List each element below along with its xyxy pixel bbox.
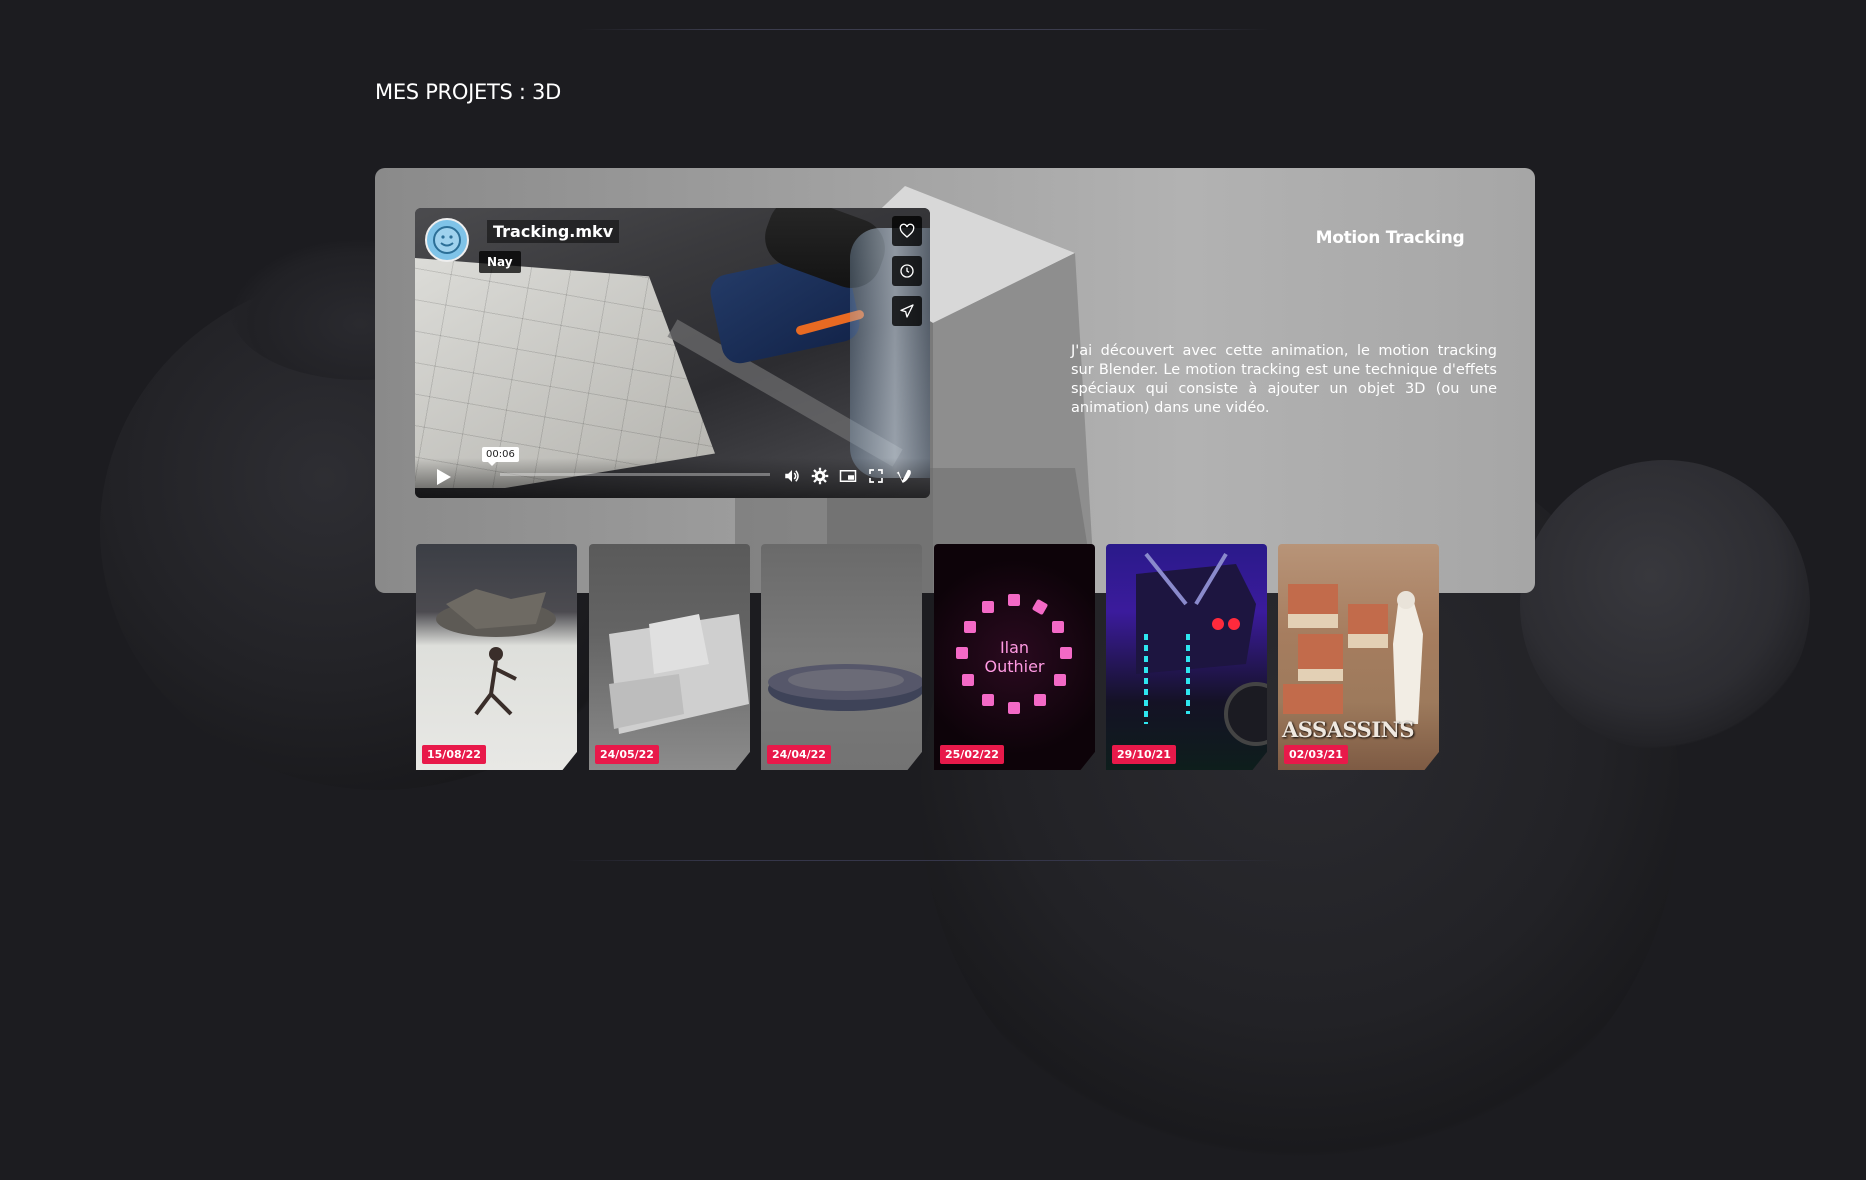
- thumbnail-image: [609, 614, 749, 734]
- date-badge: 24/05/22: [595, 745, 659, 764]
- project-title: Motion Tracking: [1315, 228, 1465, 248]
- divider: [565, 860, 1285, 861]
- settings-icon[interactable]: [810, 466, 830, 486]
- game-logo: ASSASSINS: [1282, 717, 1415, 742]
- fullscreen-icon[interactable]: [866, 466, 886, 486]
- vimeo-icon[interactable]: [894, 466, 914, 486]
- thumbnail-label-line: Outhier: [984, 657, 1045, 676]
- project-panel: Tracking.mkv Nay 00:06 Motion Tracking J…: [375, 168, 1535, 593]
- watch-later-button[interactable]: [892, 256, 922, 286]
- thumbnail-card[interactable]: ASSASSINS 02/03/21: [1278, 544, 1439, 770]
- date-badge: 15/08/22: [422, 745, 486, 764]
- thumbnail-image: [436, 589, 556, 716]
- thumbnail-label-line: Ilan: [999, 638, 1030, 657]
- video-player[interactable]: Tracking.mkv Nay 00:06: [415, 208, 930, 498]
- date-badge: 24/04/22: [767, 745, 831, 764]
- like-button[interactable]: [892, 216, 922, 246]
- thumbnail-card[interactable]: 24/04/22: [761, 544, 922, 770]
- time-tooltip: 00:06: [482, 447, 519, 466]
- thumbnail-card[interactable]: 24/05/22: [589, 544, 750, 770]
- background-sphere: [1520, 460, 1810, 750]
- heart-icon: [899, 223, 915, 238]
- clock-icon: [900, 264, 914, 278]
- date-badge: 25/02/22: [940, 745, 1004, 764]
- date-badge: 02/03/21: [1284, 745, 1348, 764]
- thumbnail-card[interactable]: 15/08/22: [416, 544, 577, 770]
- pip-icon[interactable]: [838, 466, 858, 486]
- thumbnail-label: Ilan Outhier: [934, 638, 1095, 676]
- smiley-icon: [433, 226, 461, 254]
- share-button[interactable]: [892, 296, 922, 326]
- avatar[interactable]: [425, 218, 469, 262]
- thumbnail-card[interactable]: Ilan Outhier 25/02/22: [934, 544, 1095, 770]
- section-title: MES PROJETS : 3D: [375, 80, 561, 104]
- progress-bar[interactable]: [500, 473, 770, 476]
- date-badge: 29/10/21: [1112, 745, 1176, 764]
- divider: [580, 29, 1270, 30]
- volume-icon[interactable]: [782, 466, 802, 486]
- play-icon[interactable]: [437, 469, 451, 485]
- send-icon: [900, 304, 914, 318]
- video-author[interactable]: Nay: [479, 251, 521, 273]
- project-description: J'ai découvert avec cette animation, le …: [1071, 343, 1497, 416]
- thumbnail-image: [768, 664, 922, 711]
- thumbnail-image: [1136, 552, 1267, 746]
- video-controls: 00:06: [415, 447, 930, 498]
- video-title[interactable]: Tracking.mkv: [487, 220, 620, 243]
- thumbnail-card[interactable]: 29/10/21: [1106, 544, 1267, 770]
